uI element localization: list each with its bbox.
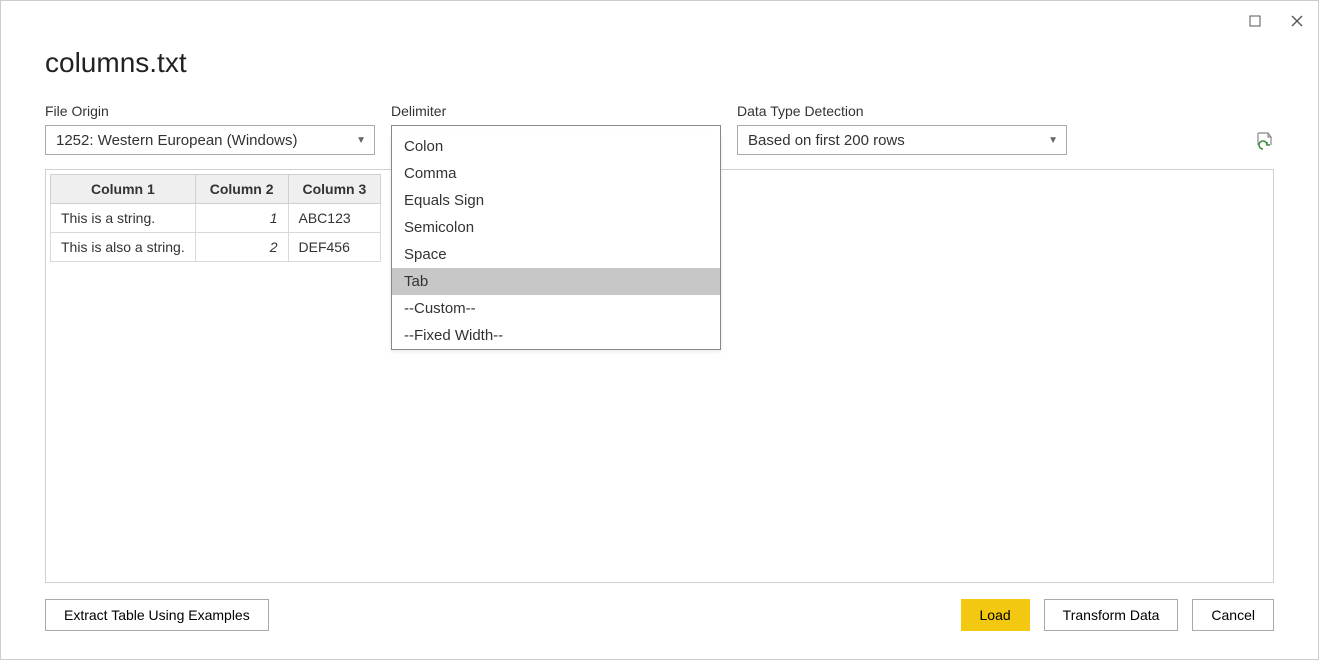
load-button[interactable]: Load (961, 599, 1030, 631)
delimiter-label: Delimiter (391, 103, 721, 119)
delimiter-option[interactable]: --Custom-- (392, 295, 720, 322)
file-origin-dropdown[interactable]: 1252: Western European (Windows) ▼ (45, 125, 375, 155)
cell: 2 (195, 233, 288, 262)
delimiter-option[interactable]: Comma (392, 160, 720, 187)
column-header: Column 3 (288, 175, 381, 204)
maximize-button[interactable] (1246, 12, 1264, 30)
column-header: Column 1 (51, 175, 196, 204)
chevron-down-icon: ▼ (356, 135, 366, 146)
titlebar (1, 1, 1318, 41)
cell: ABC123 (288, 204, 381, 233)
cell: This is also a string. (51, 233, 196, 262)
cell: 1 (195, 204, 288, 233)
detection-label: Data Type Detection (737, 103, 1067, 119)
transform-data-button[interactable]: Transform Data (1044, 599, 1179, 631)
cell: This is a string. (51, 204, 196, 233)
chevron-down-icon: ▼ (1048, 135, 1058, 146)
column-header: Column 2 (195, 175, 288, 204)
cell: DEF456 (288, 233, 381, 262)
delimiter-option[interactable]: Equals Sign (392, 187, 720, 214)
cancel-button[interactable]: Cancel (1192, 599, 1274, 631)
delimiter-option[interactable]: --Fixed Width-- (392, 322, 720, 349)
detection-value: Based on first 200 rows (748, 132, 905, 149)
delimiter-option[interactable]: Tab (392, 268, 720, 295)
refresh-preview-button[interactable] (1254, 131, 1274, 155)
preview-table: Column 1Column 2Column 3 This is a strin… (50, 174, 381, 262)
dialog-footer: Extract Table Using Examples Load Transf… (1, 583, 1318, 659)
delimiter-options-list: ColonCommaEquals SignSemicolonSpaceTab--… (391, 133, 721, 350)
file-origin-value: 1252: Western European (Windows) (56, 132, 298, 149)
close-button[interactable] (1288, 12, 1306, 30)
detection-dropdown[interactable]: Based on first 200 rows ▼ (737, 125, 1067, 155)
file-origin-label: File Origin (45, 103, 375, 119)
page-title: columns.txt (45, 47, 1274, 79)
table-row: This is also a string.2DEF456 (51, 233, 381, 262)
table-row: This is a string.1ABC123 (51, 204, 381, 233)
navigator-dialog: columns.txt File Origin 1252: Western Eu… (0, 0, 1319, 660)
delimiter-option[interactable]: Semicolon (392, 214, 720, 241)
delimiter-option[interactable]: Space (392, 241, 720, 268)
delimiter-option[interactable]: Colon (392, 133, 720, 160)
extract-table-button[interactable]: Extract Table Using Examples (45, 599, 269, 631)
